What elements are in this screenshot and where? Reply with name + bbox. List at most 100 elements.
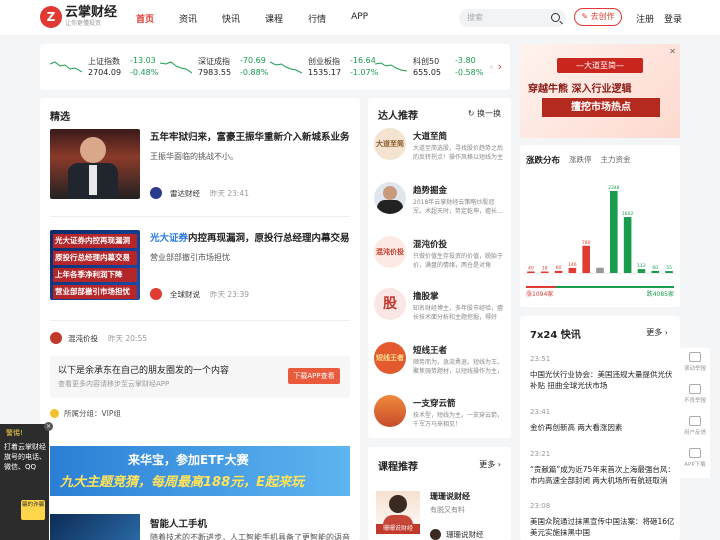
chevron-left-icon[interactable]: ‹ xyxy=(489,60,493,73)
news-item[interactable]: 23:41 金价再创新高 两大看涨因素 xyxy=(530,408,676,433)
side-toolbar: 滚动举报 不良举报 用户反馈 APP下载 xyxy=(680,348,710,478)
ticker-item[interactable]: 深证成指 7983.55 -70.69 -0.88% xyxy=(160,54,268,80)
talent-desc: 只做价值生存投资的价值，脱胎于价，满盘的情绪，两仓是对角 xyxy=(413,253,504,269)
register-link[interactable]: 注册 xyxy=(636,12,654,25)
tool-report-scroll[interactable]: 滚动举报 xyxy=(680,348,710,380)
avatar xyxy=(50,332,62,344)
news-text[interactable]: 美国众院通过抹黑宣传中国法案：将砸16亿美元实施抹黑中国 xyxy=(530,516,676,538)
news-item[interactable]: 23:21 “贡献篇”成为近75年来首次上海最强台风：市内高速全部封闭 两大机场… xyxy=(530,450,676,486)
talent-name[interactable]: 撸股掌 xyxy=(413,290,439,302)
logo-name: 云掌财经 xyxy=(65,5,118,20)
warning-button[interactable]: 骗的诈骗 xyxy=(21,500,45,520)
tool-feedback[interactable]: 用户反馈 xyxy=(680,412,710,444)
nav-app[interactable]: APP xyxy=(351,12,368,25)
article-card[interactable]: 五年牢狱归来，富豪王振华重新介入新城系业务 王振华面临的挑战不小。 雷达财经 昨… xyxy=(50,129,350,204)
promo-banner[interactable]: ✕ —大道至简— 穿越牛熊 深入行业逻辑 擅挖市场热点 xyxy=(520,44,680,138)
talent-desc: 大道至简选股，寻找股价趋势之后的反转拐点！操作风格以短线为主 xyxy=(413,145,504,161)
report-icon xyxy=(689,352,701,362)
talent-item[interactable]: 混沌价投 混沌价投 只做价值生存投资的价值，脱胎于价，满盘的情绪，两仓是对角 xyxy=(374,236,506,286)
talent-item[interactable]: 短线王者 短线王者 顺势而为，急流勇退。短线为王。聚焦强势题材，以短线操作为主，… xyxy=(374,342,506,392)
nav-market[interactable]: 行情 xyxy=(308,12,326,25)
sparkline xyxy=(375,62,407,72)
article-desc: 王振华面临的挑战不小。 xyxy=(150,152,238,161)
locked-post[interactable]: 以下是余承东在自己的朋友圈发的一个内容 查看更多内容请移步至云掌财经APP 下载… xyxy=(50,356,350,398)
tool-app-download[interactable]: APP下载 xyxy=(680,444,710,476)
talent-item[interactable]: 趋势掘金 2018年云掌财经云策略炒股冠军。术超天时，势定乾坤，擅长... xyxy=(374,182,506,232)
talent-name[interactable]: 趋势掘金 xyxy=(413,184,447,196)
talent-name[interactable]: 大道至简 xyxy=(413,130,447,142)
ticker-item[interactable]: 创业板指 1535.17 -16.64 -1.07% xyxy=(270,54,378,80)
chevron-right-icon[interactable]: › xyxy=(498,60,502,73)
tool-report-bad[interactable]: 不良举报 xyxy=(680,380,710,412)
talent-recommend: 达人推荐 ↻ 换一换 大道至简 大道至简 大道至简选股，寻找股价趋势之后的反转拐… xyxy=(368,98,511,438)
tab-distribution[interactable]: 涨跌分布 xyxy=(526,154,560,166)
swap-button[interactable]: ↻ 换一换 xyxy=(468,108,501,119)
search-placeholder: 搜索 xyxy=(467,13,483,22)
chart-bar xyxy=(582,245,590,273)
source-name[interactable]: 全球财说 xyxy=(170,289,200,300)
banner-tag: —大道至简— xyxy=(557,58,643,73)
news-time: 23:51 xyxy=(530,355,551,363)
flag-icon xyxy=(689,384,701,394)
talent-item[interactable]: 大道至简 大道至简 大道至简选股，寻找股价趋势之后的反转拐点！操作风格以短线为主 xyxy=(374,128,506,178)
course-sub: 有脱又有料 xyxy=(430,506,465,514)
close-icon[interactable]: × xyxy=(44,422,53,431)
ticker-item[interactable]: 科创50 655.05 -3.80 -0.58% xyxy=(375,54,483,80)
author-name[interactable]: 混沌价投 xyxy=(68,333,98,344)
talent-desc: 2018年云掌财经云策略炒股冠军。术超天时，势定乾坤，擅长... xyxy=(413,199,503,215)
talent-item[interactable]: 一支穿云箭 技术型，短线为主。一支穿云箭，千军万马来相见！ xyxy=(374,395,506,445)
talent-item[interactable]: 股 撸股掌 知名财经博主，多年股市经验，擅长技术面分析和主题挖掘，得好股... xyxy=(374,288,506,338)
news-item[interactable]: 23:08 美国众院通过抹黑宣传中国法案：将砸16亿美元实施抹黑中国 xyxy=(530,502,676,538)
fraud-warning: × 警惕! 打着云掌财经旗号的电话、微信、QQ 骗的诈骗 xyxy=(0,422,53,540)
market-tabs: 涨跌分布 涨跌停 主力资金 xyxy=(526,154,640,166)
site-logo[interactable]: Z 云掌财经 让你更懂投资 xyxy=(40,6,117,28)
more-link[interactable]: 更多 › xyxy=(479,459,501,470)
up-down-ratio-bar xyxy=(526,286,674,288)
more-link[interactable]: 更多 › xyxy=(646,327,668,338)
etf-ad-banner[interactable]: 来华宝，参加ETF大赛 九大主题竞猜，每周最高188元，E起来玩 xyxy=(50,446,350,496)
tab-capital[interactable]: 主力资金 xyxy=(601,154,631,166)
talent-name[interactable]: 一支穿云箭 xyxy=(413,397,456,409)
article-title[interactable]: 光大证券内控再现漏洞，原投行总经理内幕交易... xyxy=(150,232,350,246)
ticker-value: 655.05 xyxy=(413,68,441,77)
article-title[interactable]: 五年牢狱归来，富豪王振华重新介入新城系业务 xyxy=(150,131,350,145)
news-text[interactable]: 金价再创新高 两大看涨因素 xyxy=(530,422,676,433)
nav-flash[interactable]: 快讯 xyxy=(222,12,240,25)
bar-value-label: 146 xyxy=(568,262,577,268)
post-author[interactable]: 混沌价投 昨天 20:55 xyxy=(50,332,147,344)
nav-courses[interactable]: 课程 xyxy=(265,12,283,25)
ticker-item[interactable]: 上证指数 2704.09 -13.03 -0.48% xyxy=(50,54,158,80)
down-count: 跌4085家 xyxy=(646,291,674,298)
avatar: 短线王者 xyxy=(374,342,406,374)
warning-title: 警惕! xyxy=(6,429,23,437)
create-button[interactable]: ✎ 去创作 xyxy=(574,8,622,26)
news-item[interactable]: 23:51 中国光伏行业协会：美国违规大量提供光伏补贴 扭曲全球光伏市场 xyxy=(530,355,676,391)
talent-desc: 顺势而为，急流勇退。短线为王。聚焦强势题材，以短线操作为主，但取... xyxy=(413,359,504,375)
nav-home[interactable]: 首页 xyxy=(136,12,154,25)
nav-news[interactable]: 资讯 xyxy=(179,12,197,25)
talent-name[interactable]: 短线王者 xyxy=(413,344,447,356)
close-icon[interactable]: ✕ xyxy=(669,47,676,56)
source-name[interactable]: 雷达财经 xyxy=(170,188,200,199)
news-text[interactable]: 中国光伏行业协会：美国违规大量提供光伏补贴 扭曲全球光伏市场 xyxy=(530,369,676,391)
login-link[interactable]: 登录 xyxy=(664,12,682,25)
course-recommend: 课程推荐 更多 › 珊珊说财经 珊珊说财经 有脱又有料 珊珊说财经 xyxy=(368,447,511,540)
sparkline xyxy=(270,61,302,74)
article-thumbnail[interactable] xyxy=(50,514,140,540)
tab-limit[interactable]: 涨跌停 xyxy=(569,154,592,166)
news-text[interactable]: “贡献篇”成为近75年来首次上海最强台风：市内高速全部封闭 两大机场所有航班取消 xyxy=(530,464,676,486)
article-card[interactable]: 光大证券内控再现漏洞 原投行总经理内幕交易 上年各季净利润下降 营业部部撤引市场… xyxy=(50,230,350,305)
article-title[interactable]: 智能人工手机 xyxy=(150,516,207,530)
talent-desc: 技术型，短线为主。一支穿云箭，千军万马来相见！ xyxy=(413,412,504,428)
post-title[interactable]: 以下是余承东在自己的朋友圈发的一个内容 xyxy=(58,363,229,376)
chart-bar xyxy=(596,267,604,273)
course-name[interactable]: 珊珊说财经 xyxy=(430,491,470,502)
course-author[interactable]: 珊珊说财经 xyxy=(430,529,484,540)
download-app-button[interactable]: 下载APP查看 xyxy=(288,368,340,384)
search-icon[interactable] xyxy=(551,13,560,22)
course-cover[interactable]: 珊珊说财经 xyxy=(376,491,420,540)
search-input[interactable]: 搜索 xyxy=(459,9,566,27)
talent-name[interactable]: 混沌价投 xyxy=(413,238,447,250)
avatar xyxy=(374,182,406,214)
ad-subline: 九大主题竞猜，每周最高188元，E起来玩 xyxy=(60,475,305,490)
